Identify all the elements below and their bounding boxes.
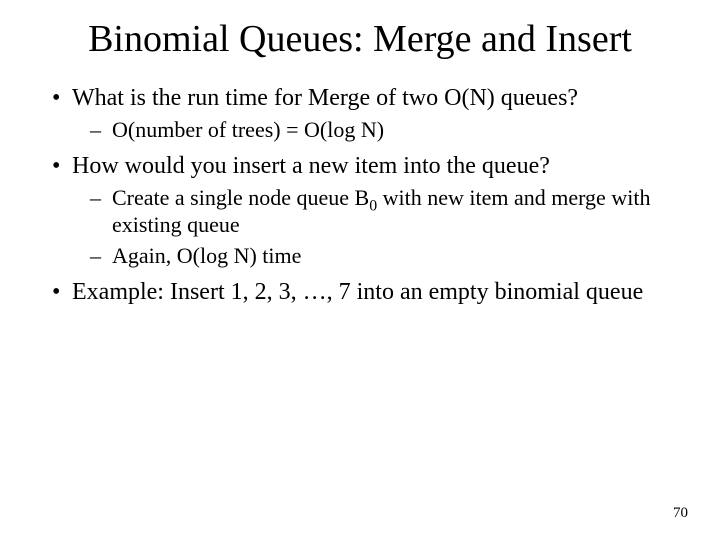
slide-body: Binomial Queues: Merge and Insert What i…: [0, 0, 720, 307]
bullet-list: What is the run time for Merge of two O(…: [50, 84, 670, 307]
bullet-2-sublist: Create a single node queue B0 with new i…: [72, 185, 670, 269]
bullet-2-text: How would you insert a new item into the…: [72, 153, 550, 179]
bullet-2-sub-2: Again, O(log N) time: [72, 243, 670, 270]
bullet-2-sub-1-pre: Create a single node queue B: [112, 185, 369, 210]
bullet-2-sub-1: Create a single node queue B0 with new i…: [72, 185, 670, 239]
bullet-1-sub-1-text: O(number of trees) = O(log N): [112, 117, 384, 142]
bullet-3-text: Example: Insert 1, 2, 3, …, 7 into an em…: [72, 279, 643, 305]
bullet-2-sub-2-text: Again, O(log N) time: [112, 243, 301, 268]
bullet-1-sub-1: O(number of trees) = O(log N): [72, 117, 670, 144]
bullet-2: How would you insert a new item into the…: [50, 152, 670, 270]
bullet-2-sub-1-subscript: 0: [369, 197, 377, 214]
slide-title: Binomial Queues: Merge and Insert: [50, 18, 670, 62]
bullet-3: Example: Insert 1, 2, 3, …, 7 into an em…: [50, 278, 670, 307]
bullet-1: What is the run time for Merge of two O(…: [50, 84, 670, 144]
page-number: 70: [673, 505, 688, 522]
bullet-1-sublist: O(number of trees) = O(log N): [72, 117, 670, 144]
bullet-1-text: What is the run time for Merge of two O(…: [72, 85, 578, 111]
